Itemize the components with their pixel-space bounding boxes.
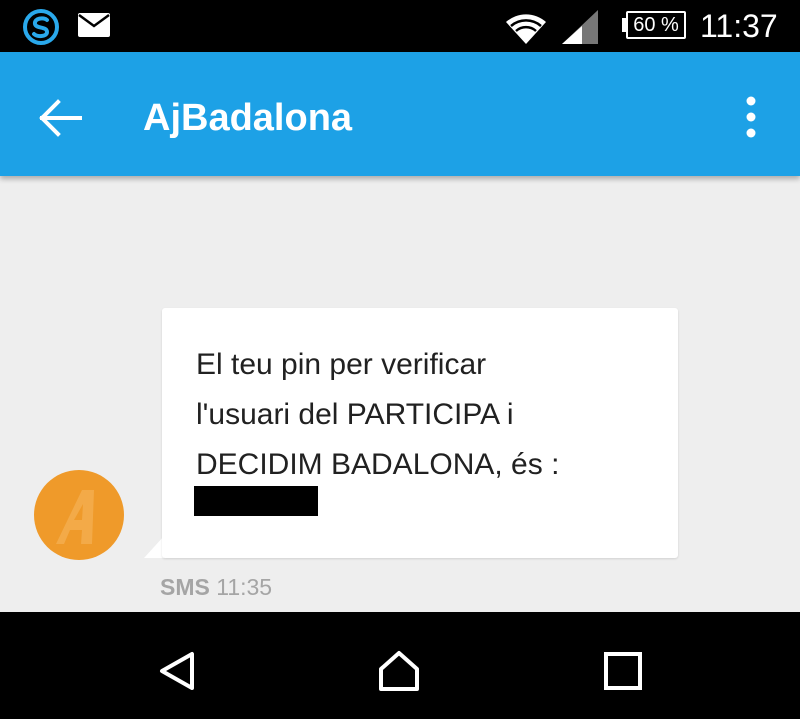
- redacted-pin: [194, 486, 318, 516]
- nav-back-button[interactable]: [154, 648, 200, 694]
- back-triangle-icon: [160, 652, 194, 690]
- navigation-bar: [0, 612, 800, 719]
- app-bar: AjBadalona: [0, 52, 800, 176]
- avatar[interactable]: [34, 470, 124, 560]
- back-button[interactable]: [38, 98, 88, 138]
- nav-recents-button[interactable]: [600, 648, 646, 694]
- recents-icon: [604, 652, 642, 690]
- status-bar: 60 % 11:37: [0, 0, 800, 52]
- more-options-button[interactable]: [738, 94, 764, 142]
- back-arrow-icon: [39, 99, 82, 137]
- status-time: 11:37: [700, 8, 778, 44]
- message-time: 11:35: [216, 574, 273, 600]
- bubble-tail: [144, 536, 164, 558]
- conversation-title: AjBadalona: [143, 97, 353, 139]
- message-text: El teu pin per verificar l'usuari del PA…: [196, 348, 560, 481]
- more-vert-icon: [746, 96, 756, 138]
- home-icon: [379, 651, 419, 691]
- nav-home-button[interactable]: [376, 648, 422, 694]
- message-meta: SMS 11:35: [160, 572, 272, 602]
- message-type-label: SMS: [160, 574, 210, 600]
- battery-percent: 60 %: [626, 11, 686, 39]
- mail-icon: [78, 13, 110, 42]
- s-logo-icon: [22, 8, 60, 51]
- message-bubble[interactable]: El teu pin per verificar l'usuari del PA…: [162, 308, 678, 558]
- signal-icon: [562, 10, 600, 49]
- wifi-icon: [505, 10, 547, 49]
